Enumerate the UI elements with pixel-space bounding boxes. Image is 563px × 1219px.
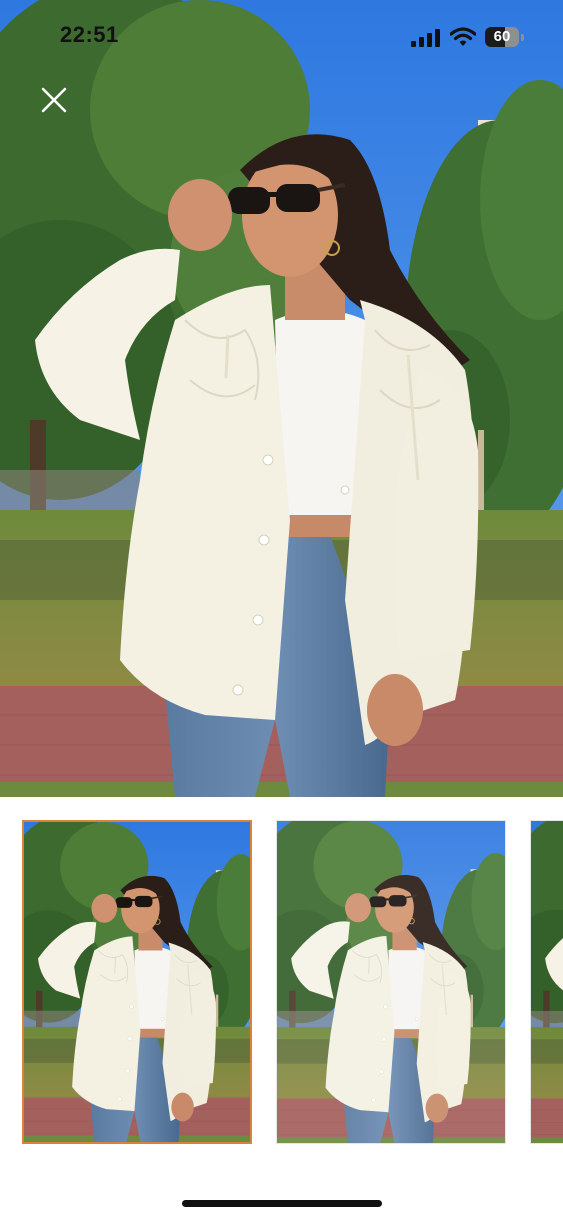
battery-level-label: 60 (493, 28, 511, 45)
wifi-icon (450, 27, 476, 46)
status-time: 22:51 (60, 22, 119, 47)
cellular-signal-icon (411, 29, 440, 47)
thumbnail-3[interactable] (530, 820, 563, 1144)
home-indicator[interactable] (182, 1200, 382, 1207)
product-photo-main[interactable] (0, 0, 563, 797)
thumbnail-2[interactable] (276, 820, 506, 1144)
thumbnail-strip[interactable] (0, 797, 563, 1177)
thumbnail-1[interactable] (22, 820, 252, 1144)
close-button[interactable] (36, 82, 72, 118)
status-bar: 22:51 60 (0, 0, 563, 70)
battery-nub (521, 34, 524, 41)
close-icon (41, 87, 67, 113)
battery-indicator: 60 (485, 27, 524, 47)
